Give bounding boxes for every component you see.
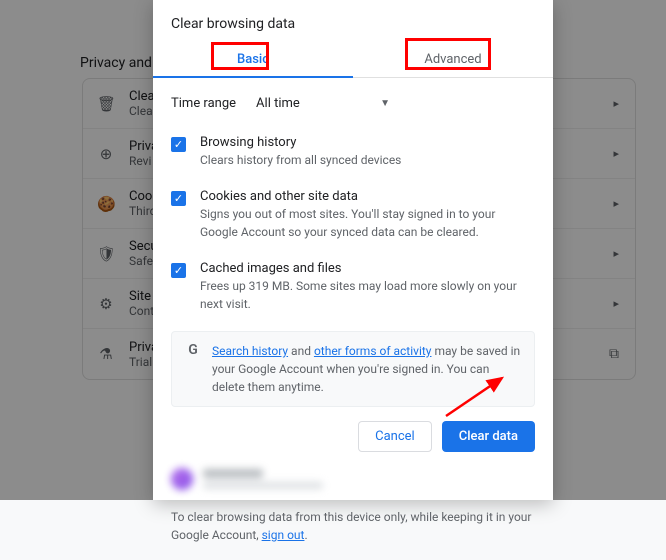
checkbox-cookies[interactable]: ✓ [171, 191, 186, 206]
blurred-text-line [203, 469, 263, 478]
other-activity-link[interactable]: other forms of activity [314, 344, 432, 358]
blurred-text-line [203, 482, 323, 489]
time-range-row: Time range All time ▼ [153, 78, 553, 121]
clear-data-button[interactable]: Clear data [442, 421, 535, 452]
google-logo-icon: G [184, 342, 202, 360]
option-cached: ✓ Cached images and files Frees up 319 M… [171, 251, 535, 323]
option-title: Browsing history [200, 135, 535, 150]
tab-basic[interactable]: Basic [153, 42, 353, 77]
option-cookies: ✓ Cookies and other site data Signs you … [171, 179, 535, 251]
dialog-tabs: Basic Advanced [153, 42, 553, 78]
search-history-link[interactable]: Search history [212, 344, 288, 358]
dialog-actions: Cancel Clear data [153, 407, 553, 460]
tab-advanced[interactable]: Advanced [353, 42, 553, 77]
checkbox-browsing-history[interactable]: ✓ [171, 137, 186, 152]
chevron-down-icon: ▼ [380, 98, 390, 109]
option-sub: Frees up 319 MB. Some sites may load mor… [200, 278, 535, 313]
option-title: Cookies and other site data [200, 189, 535, 204]
tab-label: Advanced [424, 52, 481, 67]
dialog-footer: To clear browsing data from this device … [153, 498, 553, 560]
blurred-account-row [153, 460, 553, 498]
google-account-info: G Search history and other forms of acti… [171, 331, 535, 407]
option-title: Cached images and files [200, 261, 535, 276]
option-sub: Signs you out of most sites. You'll stay… [200, 206, 535, 241]
avatar [171, 468, 193, 490]
time-range-label: Time range [171, 96, 236, 111]
sign-out-link[interactable]: sign out [262, 528, 305, 542]
time-range-value: All time [256, 96, 300, 111]
tab-label: Basic [237, 52, 269, 67]
clear-browsing-data-dialog: Clear browsing data Basic Advanced Time … [153, 0, 553, 500]
cancel-button[interactable]: Cancel [358, 421, 432, 452]
checkbox-cached[interactable]: ✓ [171, 263, 186, 278]
option-sub: Clears history from all synced devices [200, 152, 535, 169]
options-list: ✓ Browsing history Clears history from a… [153, 121, 553, 323]
dialog-title: Clear browsing data [153, 0, 553, 42]
option-browsing-history: ✓ Browsing history Clears history from a… [171, 125, 535, 179]
time-range-select[interactable]: All time ▼ [248, 90, 398, 117]
